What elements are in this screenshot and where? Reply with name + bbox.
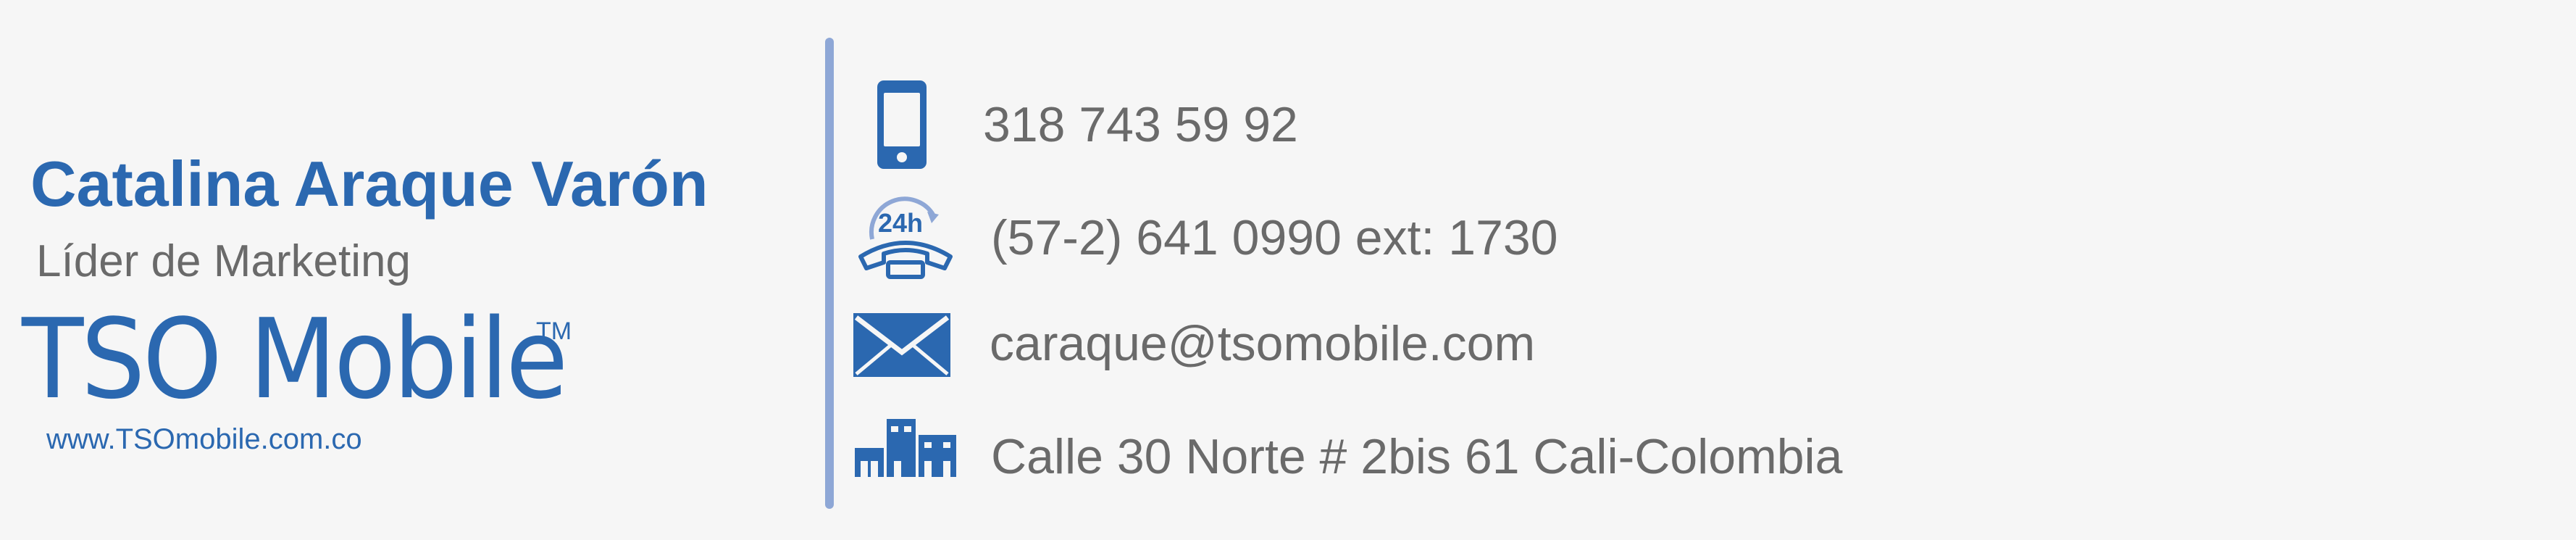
buildings-icon bbox=[855, 419, 956, 477]
trademark-symbol: TM bbox=[536, 317, 572, 345]
job-title: Líder de Marketing bbox=[36, 236, 411, 286]
envelope-icon bbox=[853, 313, 950, 377]
phone-24h-icon: 24h bbox=[858, 196, 953, 279]
company-logo: TSO Mobile bbox=[22, 295, 568, 423]
vertical-divider bbox=[825, 38, 834, 509]
person-name: Catalina Araque Varón bbox=[30, 148, 708, 220]
mobile-number[interactable]: 318 743 59 92 bbox=[983, 100, 1298, 149]
office-phone[interactable]: (57-2) 641 0990 ext: 1730 bbox=[991, 213, 1558, 262]
company-website-link[interactable]: www.TSOmobile.com.co bbox=[46, 425, 362, 454]
24h-badge-text: 24h bbox=[878, 208, 923, 238]
email-address[interactable]: caraque@tsomobile.com bbox=[990, 319, 1535, 368]
office-address: Calle 30 Norte # 2bis 61 Cali-Colombia bbox=[991, 429, 1843, 484]
email-signature: Catalina Araque Varón Líder de Marketing… bbox=[0, 0, 2576, 540]
smartphone-icon bbox=[877, 80, 927, 169]
